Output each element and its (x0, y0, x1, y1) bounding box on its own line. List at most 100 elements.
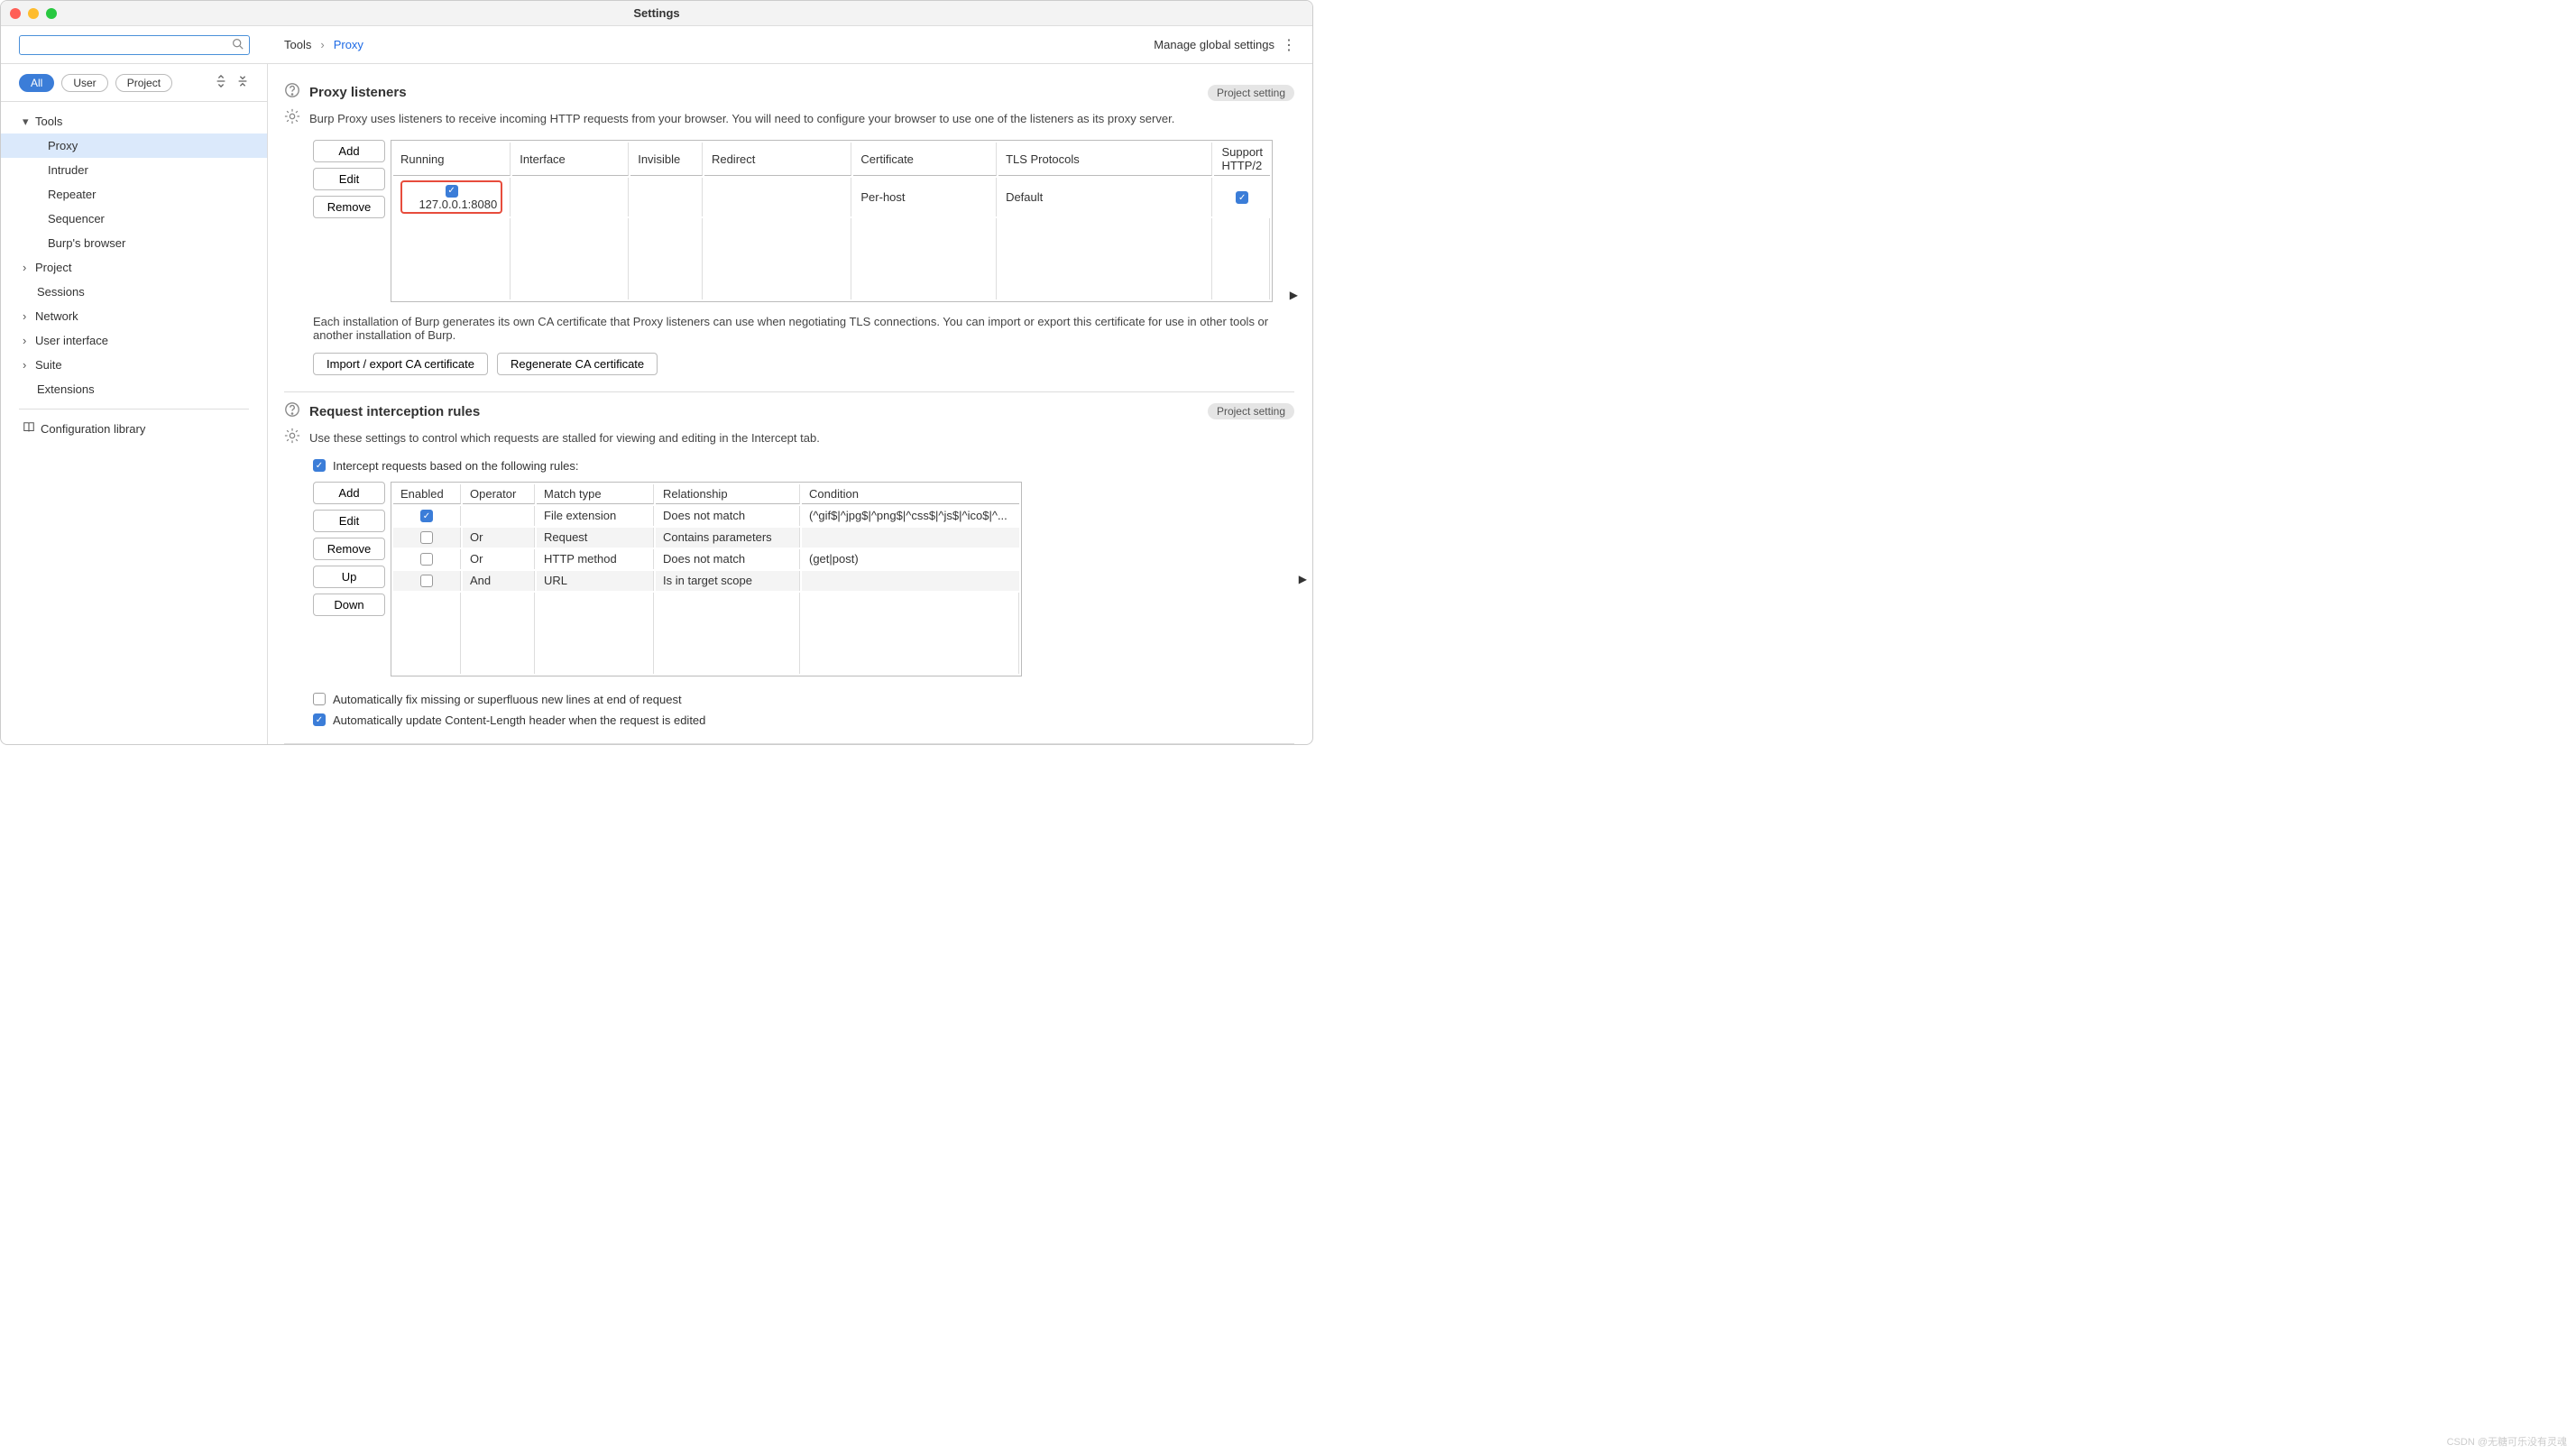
rule-enabled-checkbox[interactable] (420, 575, 433, 587)
filter-user-pill[interactable]: User (61, 74, 107, 92)
sidebar-item-burps-browser[interactable]: Burp's browser (1, 231, 267, 255)
remove-listener-button[interactable]: Remove (313, 196, 385, 218)
col-running[interactable]: Running (393, 143, 511, 176)
sidebar-item-proxy[interactable]: Proxy (1, 133, 267, 158)
col-interface[interactable]: Interface (512, 143, 629, 176)
nav-tree: ▾Tools Proxy Intruder Repeater Sequencer… (1, 102, 267, 441)
table-row[interactable]: Or HTTP method Does not match (get|post) (393, 549, 1019, 569)
nav-separator (19, 409, 249, 410)
auto-fix-newlines-label: Automatically fix missing or superfluous… (333, 693, 682, 706)
collapse-all-icon[interactable] (236, 75, 249, 90)
sidebar-item-network[interactable]: ›Network (1, 304, 267, 328)
main-content: Proxy listeners Project setting Burp Pro… (268, 64, 1312, 744)
gear-icon[interactable] (284, 108, 300, 129)
table-row[interactable]: ✓ 127.0.0.1:8080 Per-host Default ✓ (393, 178, 1270, 216)
sidebar-item-tools[interactable]: ▾Tools (1, 109, 267, 133)
sidebar-item-sequencer[interactable]: Sequencer (1, 207, 267, 231)
section-title: Request interception rules (309, 404, 1199, 419)
manage-global-settings-link[interactable]: Manage global settings (1154, 38, 1274, 51)
col-http2[interactable]: Support HTTP/2 (1214, 143, 1270, 176)
regenerate-ca-button[interactable]: Regenerate CA certificate (497, 353, 658, 375)
breadcrumb-tools[interactable]: Tools (284, 38, 311, 51)
intercept-based-on-rules-checkbox[interactable]: ✓ (313, 459, 326, 472)
col-relationship[interactable]: Relationship (656, 484, 800, 504)
section-description: Use these settings to control which requ… (309, 431, 820, 445)
help-icon[interactable] (284, 401, 300, 422)
edit-rule-button[interactable]: Edit (313, 510, 385, 532)
proxy-listeners-table[interactable]: Running Interface Invisible Redirect Cer… (391, 140, 1273, 302)
book-icon (23, 421, 35, 437)
chevron-right-icon: › (23, 358, 35, 372)
down-rule-button[interactable]: Down (313, 594, 385, 616)
col-match-type[interactable]: Match type (537, 484, 654, 504)
sidebar-item-project[interactable]: ›Project (1, 255, 267, 280)
rule-enabled-checkbox[interactable] (420, 531, 433, 544)
project-setting-badge: Project setting (1208, 403, 1294, 419)
auto-update-content-length-label: Automatically update Content-Length head… (333, 713, 705, 727)
up-rule-button[interactable]: Up (313, 566, 385, 588)
expand-all-icon[interactable] (215, 75, 227, 90)
rule-enabled-checkbox[interactable] (420, 553, 433, 566)
http2-checkbox[interactable]: ✓ (1236, 191, 1248, 204)
help-icon[interactable] (284, 82, 300, 103)
titlebar: Settings (1, 1, 1312, 26)
sidebar-item-intruder[interactable]: Intruder (1, 158, 267, 182)
add-listener-button[interactable]: Add (313, 140, 385, 162)
table-row[interactable]: And URL Is in target scope (393, 571, 1019, 591)
minimize-window-button[interactable] (28, 8, 39, 19)
col-operator[interactable]: Operator (463, 484, 535, 504)
expand-triangle-icon[interactable]: ▶ (1290, 289, 1298, 301)
filter-project-pill[interactable]: Project (115, 74, 172, 92)
gear-icon[interactable] (284, 428, 300, 448)
breadcrumb-proxy[interactable]: Proxy (334, 38, 363, 51)
interception-rules-table[interactable]: Enabled Operator Match type Relationship… (391, 482, 1022, 676)
section-proxy-listeners: Proxy listeners Project setting Burp Pro… (284, 73, 1294, 392)
close-window-button[interactable] (10, 8, 21, 19)
chevron-right-icon: › (23, 261, 35, 274)
col-enabled[interactable]: Enabled (393, 484, 461, 504)
section-request-interception: Request interception rules Project setti… (284, 392, 1294, 744)
sidebar-item-suite[interactable]: ›Suite (1, 353, 267, 377)
table-row[interactable]: Or Request Contains parameters (393, 528, 1019, 548)
chevron-right-icon: › (23, 309, 35, 323)
section-title: Proxy listeners (309, 85, 1199, 100)
auto-fix-newlines-checkbox[interactable] (313, 693, 326, 705)
search-input[interactable] (19, 35, 250, 55)
table-row[interactable]: ✓ File extension Does not match (^gif$|^… (393, 506, 1019, 526)
sidebar-item-extensions[interactable]: Extensions (1, 377, 267, 401)
filter-row: All User Project (1, 64, 267, 102)
sidebar-item-configuration-library[interactable]: Configuration library (1, 417, 267, 441)
filter-all-pill[interactable]: All (19, 74, 54, 92)
chevron-down-icon: ▾ (23, 115, 35, 129)
settings-window: Settings Tools › Proxy Manage global set… (0, 0, 1313, 745)
watermark: CSDN @无糖可乐没有灵魂 (2447, 1434, 2567, 1449)
col-invisible[interactable]: Invisible (630, 143, 703, 176)
chevron-right-icon: › (320, 38, 324, 51)
col-tls[interactable]: TLS Protocols (998, 143, 1212, 176)
sidebar-item-repeater[interactable]: Repeater (1, 182, 267, 207)
import-export-ca-button[interactable]: Import / export CA certificate (313, 353, 488, 375)
top-row: Tools › Proxy Manage global settings ⋮ (1, 26, 1312, 64)
maximize-window-button[interactable] (46, 8, 57, 19)
sidebar-item-user-interface[interactable]: ›User interface (1, 328, 267, 353)
highlight-annotation: ✓ 127.0.0.1:8080 (400, 180, 502, 214)
intercept-based-on-rules-label: Intercept requests based on the followin… (333, 459, 578, 473)
col-condition[interactable]: Condition (802, 484, 1019, 504)
add-rule-button[interactable]: Add (313, 482, 385, 504)
expand-triangle-icon[interactable]: ▶ (1299, 573, 1307, 585)
sidebar-item-sessions[interactable]: Sessions (1, 280, 267, 304)
running-checkbox[interactable]: ✓ (446, 185, 458, 198)
ca-note: Each installation of Burp generates its … (313, 315, 1294, 342)
breadcrumb: Tools › Proxy (268, 38, 1154, 51)
chevron-right-icon: › (23, 334, 35, 347)
col-certificate[interactable]: Certificate (853, 143, 997, 176)
window-title: Settings (633, 6, 679, 20)
more-options-icon[interactable]: ⋮ (1282, 36, 1296, 54)
edit-listener-button[interactable]: Edit (313, 168, 385, 190)
sidebar: All User Project ▾Tools Proxy Intruder R… (1, 64, 268, 744)
auto-update-content-length-checkbox[interactable]: ✓ (313, 713, 326, 726)
remove-rule-button[interactable]: Remove (313, 538, 385, 560)
col-redirect[interactable]: Redirect (704, 143, 851, 176)
project-setting-badge: Project setting (1208, 85, 1294, 101)
rule-enabled-checkbox[interactable]: ✓ (420, 510, 433, 522)
